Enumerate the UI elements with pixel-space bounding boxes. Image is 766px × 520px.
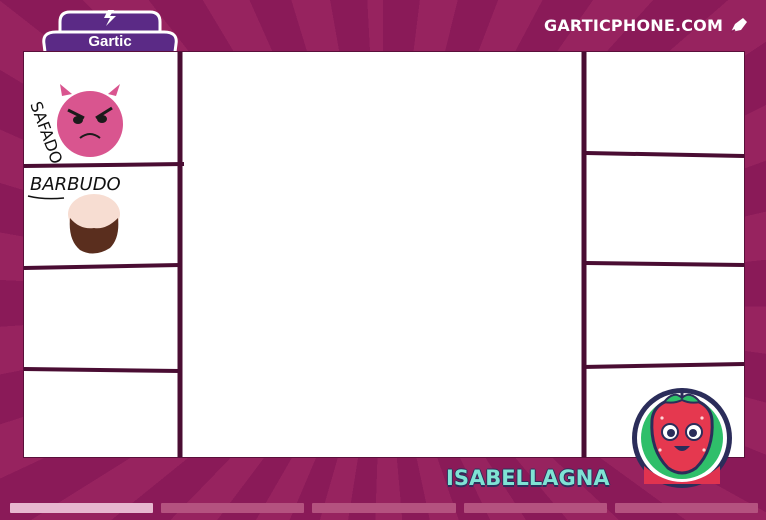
progress-segment-4 xyxy=(463,503,607,513)
album-panel-1[interactable]: SAFADO xyxy=(24,52,178,164)
garticphone-site-link[interactable]: GARTICPHONE.COM xyxy=(544,14,749,36)
progress-segment-2 xyxy=(161,503,305,513)
svg-text:SAFADO: SAFADO xyxy=(26,99,66,164)
caption-safado-handwriting: SAFADO xyxy=(26,99,66,164)
album-panel-7[interactable] xyxy=(587,266,744,364)
player-name: ISABELLAGNA xyxy=(446,466,610,490)
progress-segment-1 xyxy=(10,503,154,513)
progress-bar xyxy=(10,503,759,513)
progress-segment-3 xyxy=(312,503,456,513)
site-link-label: GARTICPHONE.COM xyxy=(544,15,724,35)
album-panel-3[interactable] xyxy=(24,270,178,368)
strawberry-avatar[interactable] xyxy=(630,380,734,492)
bearded-face-drawing: BARBUDO xyxy=(27,174,121,254)
album-panel-5[interactable] xyxy=(587,52,744,152)
album-panel-4[interactable] xyxy=(24,373,178,457)
svg-text:Gartic: Gartic xyxy=(88,33,131,50)
pencil-cursor-icon xyxy=(730,18,748,33)
progress-segment-5 xyxy=(614,503,759,513)
main-canvas[interactable] xyxy=(184,52,582,457)
album-panel-6[interactable] xyxy=(587,157,744,261)
album-panel-2[interactable]: BARBUDO xyxy=(24,168,178,266)
svg-text:BARBUDO: BARBUDO xyxy=(30,174,121,195)
